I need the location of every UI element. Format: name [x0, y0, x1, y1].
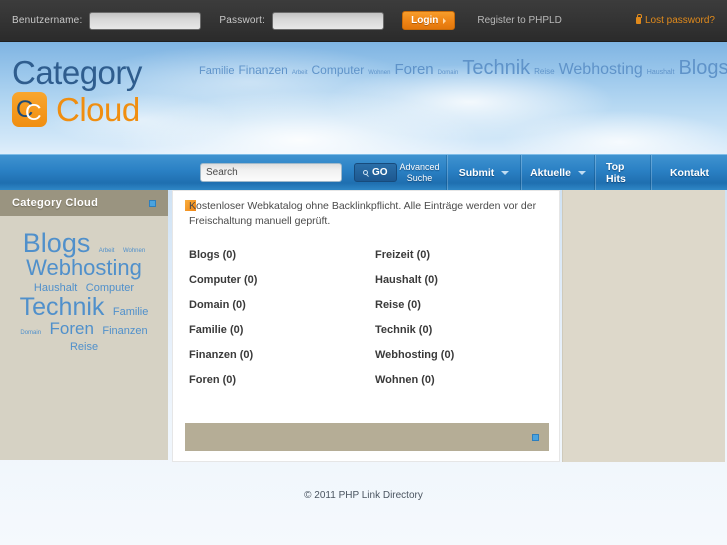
logo-second-row: C C Cloud: [12, 92, 142, 127]
search-go-button[interactable]: GO: [354, 163, 397, 182]
lost-password-link[interactable]: Lost password?: [635, 14, 715, 26]
lock-icon: [635, 14, 642, 24]
site-header-banner: Category C C Cloud Familie Finanzen Arbeit…: [0, 42, 727, 154]
chevron-down-icon: [577, 171, 586, 175]
password-label: Passwort:: [219, 15, 266, 26]
page-content: Category Cloud Blogs Arbeit Wohnen Webho…: [0, 190, 727, 472]
sidebar-cloud-tag[interactable]: Foren: [50, 319, 94, 338]
header-tag-cloud: Familie Finanzen Arbeit Computer Wohnen Foren…: [197, 54, 727, 87]
nav-item-top-hits[interactable]: Top Hits: [595, 155, 651, 191]
main-content-panel: Kostenloser Webkatalog ohne Backlinkpfli…: [172, 190, 560, 462]
username-input[interactable]: [89, 11, 202, 30]
search-icon: [363, 170, 368, 175]
category-link[interactable]: Foren (0): [185, 374, 361, 386]
header-cloud-tag[interactable]: Webhosting: [559, 61, 643, 78]
sidebar-tag-cloud: Blogs Arbeit Wohnen Webhosting Haushalt …: [0, 216, 168, 354]
chevron-down-icon: [501, 171, 510, 175]
main-navigation-bar: GO Advanced Suche Submit Aktuelle Top Hi…: [0, 154, 727, 191]
header-cloud-tag[interactable]: Familie: [199, 65, 234, 77]
cloud-logo-icon: C C: [12, 92, 47, 127]
category-link[interactable]: Webhosting (0): [371, 349, 547, 361]
logo-letter-light: C: [25, 99, 42, 125]
category-list: Blogs (0) Freizeit (0) Computer (0) Haushal…: [173, 249, 559, 386]
username-label: Benutzername:: [12, 15, 83, 26]
lost-password-label: Lost password?: [644, 15, 715, 26]
site-footer: © 2011 PHP Link Directory: [0, 484, 727, 506]
nav-item-aktuelle[interactable]: Aktuelle: [521, 155, 595, 191]
logo-title-line1: Category: [12, 54, 142, 91]
advanced-search-line1: Advanced: [399, 162, 440, 172]
sidebar-cloud-tag[interactable]: Blogs: [23, 228, 91, 258]
footer-copyright: © 2011 PHP Link Directory: [304, 489, 423, 501]
header-cloud-tag[interactable]: Finanzen: [238, 63, 287, 77]
header-cloud-tag[interactable]: Foren: [394, 61, 433, 78]
sidebar-header: Category Cloud: [0, 190, 168, 216]
login-button[interactable]: Login: [402, 11, 456, 30]
arrow-right-icon: [443, 17, 447, 24]
nav-item-kontakt[interactable]: Kontakt: [651, 155, 727, 191]
sidebar-cloud-tag[interactable]: Arbeit: [99, 248, 115, 254]
header-cloud-tag[interactable]: Blogs: [678, 57, 727, 79]
nav-aktuelle-label: Aktuelle: [530, 167, 571, 179]
nav-advanced-search[interactable]: Advanced Suche: [393, 155, 447, 191]
sidebar-cloud-tag[interactable]: Familie: [113, 306, 148, 318]
header-cloud-tag[interactable]: Reise: [534, 67, 554, 76]
header-cloud-tag[interactable]: Computer: [312, 63, 365, 77]
sidebar-cloud-tag[interactable]: Wohnen: [123, 248, 145, 254]
nav-tophits-label: Top Hits: [606, 161, 626, 185]
nav-kontakt-label: Kontakt: [669, 167, 710, 179]
site-logo[interactable]: Category C C Cloud: [12, 56, 142, 127]
go-button-label: GO: [372, 167, 388, 178]
register-link[interactable]: Register to PHPLD: [477, 15, 561, 26]
category-link[interactable]: Computer (0): [185, 274, 361, 286]
bottom-panel-bar: [185, 423, 549, 451]
sidebar-category-cloud-block: Category Cloud Blogs Arbeit Wohnen Webho…: [0, 190, 168, 460]
category-link[interactable]: Finanzen (0): [185, 349, 361, 361]
category-link[interactable]: Technik (0): [371, 324, 547, 336]
category-link[interactable]: Haushalt (0): [371, 274, 547, 286]
category-link[interactable]: Blogs (0): [185, 249, 361, 261]
top-login-bar: Benutzername: Passwort: Login Register t…: [0, 0, 727, 42]
category-link[interactable]: Familie (0): [185, 324, 361, 336]
sidebar-collapse-toggle[interactable]: [149, 199, 156, 207]
header-cloud-tag[interactable]: Haushalt: [647, 69, 675, 76]
sidebar-title: Category Cloud: [12, 197, 99, 209]
header-cloud-tag[interactable]: Wohnen: [368, 70, 390, 76]
sidebar-cloud-tag[interactable]: Domain: [20, 330, 41, 336]
bottom-bar-toggle[interactable]: [532, 433, 539, 441]
intro-row: Kostenloser Webkatalog ohne Backlinkpfli…: [173, 191, 559, 229]
category-link[interactable]: Domain (0): [185, 299, 361, 311]
logo-title-line2: Cloud: [56, 90, 140, 128]
password-input[interactable]: [272, 11, 385, 30]
category-link[interactable]: Reise (0): [371, 299, 547, 311]
nav-item-submit[interactable]: Submit: [447, 155, 521, 191]
header-cloud-tag[interactable]: Technik: [462, 57, 530, 79]
sidebar-cloud-tag[interactable]: Finanzen: [102, 325, 147, 337]
category-link[interactable]: Freizeit (0): [371, 249, 547, 261]
nav-submit-label: Submit: [458, 167, 495, 179]
sidebar-cloud-tag[interactable]: Technik: [20, 293, 105, 321]
search-input[interactable]: [200, 163, 342, 182]
right-column: [562, 190, 725, 462]
intro-text: Kostenloser Webkatalog ohne Backlinkpfli…: [189, 200, 537, 227]
sidebar-cloud-tag[interactable]: Reise: [70, 341, 98, 353]
sidebar-cloud-tag[interactable]: Webhosting: [26, 255, 142, 280]
login-button-label: Login: [411, 15, 439, 26]
header-cloud-tag[interactable]: Domain: [438, 70, 459, 76]
header-cloud-tag[interactable]: Arbeit: [292, 70, 308, 76]
category-link[interactable]: Wohnen (0): [371, 374, 547, 386]
advanced-search-line2: Suche: [406, 173, 433, 183]
